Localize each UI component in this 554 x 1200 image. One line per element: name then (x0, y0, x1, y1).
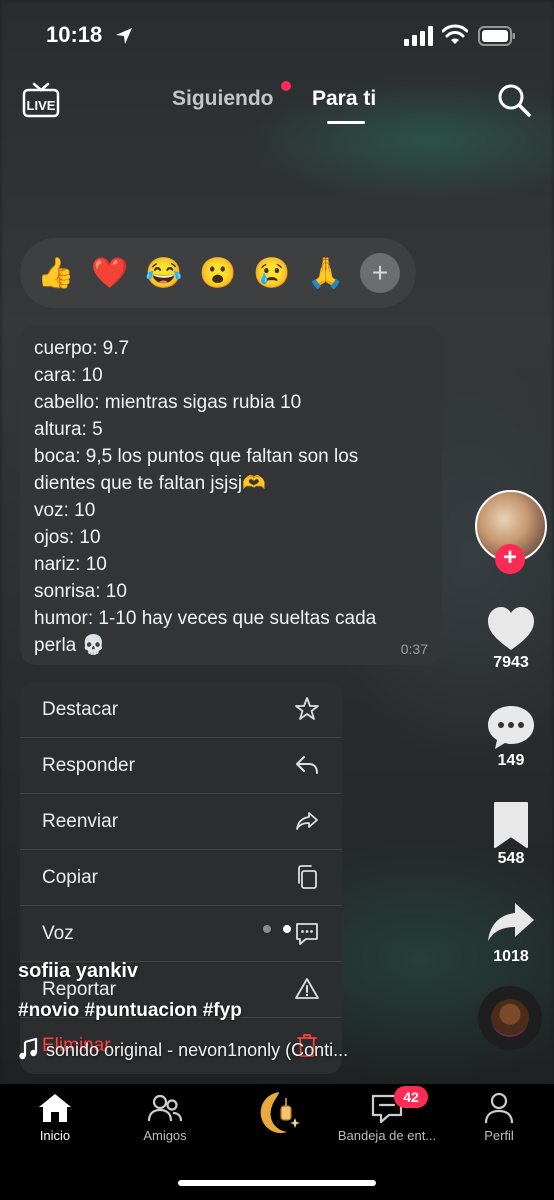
wifi-icon (442, 24, 468, 44)
nav-label: Inicio (39, 1128, 71, 1143)
message-line: dientes que te faltan jsjsj🫶 (34, 473, 266, 494)
bookmark-icon[interactable] (485, 800, 537, 850)
following-notification-dot (281, 81, 291, 91)
nav-friends[interactable]: Amigos (110, 1092, 220, 1143)
status-time: 10:18 (46, 22, 103, 47)
menu-item-label: Voz (42, 923, 74, 944)
menu-page-dots (263, 920, 299, 938)
menu-item-forward[interactable]: Reenviar (20, 794, 342, 850)
message-timestamp: 0:37 (400, 641, 428, 657)
sound-cover-image (491, 999, 529, 1037)
page-dot-active (283, 925, 292, 933)
message-line: altura: 5 (34, 419, 103, 440)
like-count: 7943 (493, 654, 529, 671)
message-line: cara: 10 (34, 365, 103, 386)
search-icon[interactable] (496, 82, 532, 118)
nav-label: Amigos (143, 1128, 187, 1143)
page-dot (263, 925, 271, 933)
follow-button[interactable]: + (495, 544, 525, 574)
reaction-heart[interactable]: ❤️ (90, 253, 130, 293)
friends-icon (147, 1094, 183, 1122)
message-line: cabello: mientras sigas rubia 10 (34, 392, 302, 413)
crescent-moon-lantern-icon (260, 1092, 300, 1134)
active-tab-indicator (327, 121, 365, 124)
music-note-icon (19, 1038, 38, 1060)
video-hashtags[interactable]: #novio #puntuacion #fyp (18, 1000, 242, 1022)
nav-label: Bandeja de ent... (337, 1128, 437, 1143)
forward-icon (296, 812, 318, 830)
message-bubble[interactable]: cuerpo: 9.7 cara: 10 cabello: mientras s… (20, 325, 442, 665)
reaction-crying[interactable]: 😢 (252, 253, 292, 293)
message-line: sonrisa: 10 (34, 581, 127, 602)
copy-icon (298, 865, 317, 889)
message-line: ojos: 10 (34, 527, 101, 548)
battery-icon (478, 26, 515, 46)
menu-item-highlight[interactable]: Destacar (20, 682, 342, 738)
message-line: humor: 1-10 hay veces que sueltas cada (34, 608, 377, 629)
inbox-badge: 42 (394, 1086, 428, 1108)
home-icon (39, 1094, 71, 1122)
menu-item-label: Destacar (42, 699, 119, 720)
live-icon[interactable]: LIVE (22, 82, 60, 118)
sound-title[interactable]: sonido original - nevon1nonly (Conti... (46, 1040, 348, 1061)
like-heart-icon[interactable] (485, 604, 537, 654)
author-username[interactable]: sofiia yankiv (18, 960, 138, 983)
menu-item-label: Copiar (42, 867, 98, 888)
reaction-laughing[interactable]: 😂 (144, 253, 184, 293)
more-reactions-button[interactable]: + (360, 253, 400, 293)
reaction-surprised[interactable]: 😮 (198, 253, 238, 293)
reaction-pray[interactable]: 🙏 (306, 253, 346, 293)
comment-icon[interactable] (485, 702, 537, 752)
reaction-thumbs-up[interactable]: 👍 (36, 253, 76, 293)
svg-text:LIVE: LIVE (27, 98, 56, 113)
reaction-bar: 👍 ❤️ 😂 😮 😢 🙏 + (20, 238, 416, 308)
nav-profile[interactable]: Perfil (444, 1092, 554, 1143)
nav-create[interactable] (222, 1088, 332, 1142)
share-arrow-icon[interactable] (485, 898, 537, 948)
nav-label: Perfil (484, 1128, 514, 1143)
message-line: boca: 9,5 los puntos que faltan son los (34, 446, 359, 467)
cellular-signal-icon (404, 26, 433, 46)
reply-icon (296, 756, 318, 774)
tab-for-you[interactable]: Para ti (312, 87, 376, 111)
menu-item-copy[interactable]: Copiar (20, 850, 342, 906)
share-count: 1018 (493, 948, 529, 965)
tab-following[interactable]: Siguiendo (172, 87, 274, 111)
location-arrow-icon (116, 28, 132, 44)
menu-item-reply[interactable]: Responder (20, 738, 342, 794)
menu-item-label: Reenviar (42, 811, 119, 832)
message-line: voz: 10 (34, 500, 96, 521)
profile-icon (484, 1092, 514, 1124)
message-line: perla 💀 (34, 635, 106, 656)
star-icon (295, 697, 319, 720)
comment-count: 149 (497, 752, 525, 769)
message-line: nariz: 10 (34, 554, 107, 575)
save-count: 548 (497, 850, 525, 867)
sound-disc[interactable] (478, 986, 542, 1050)
warning-icon (295, 978, 319, 999)
nav-home[interactable]: Inicio (0, 1092, 110, 1143)
message-line: cuerpo: 9.7 (34, 338, 130, 359)
menu-item-label: Responder (42, 755, 135, 776)
home-indicator (178, 1180, 376, 1186)
